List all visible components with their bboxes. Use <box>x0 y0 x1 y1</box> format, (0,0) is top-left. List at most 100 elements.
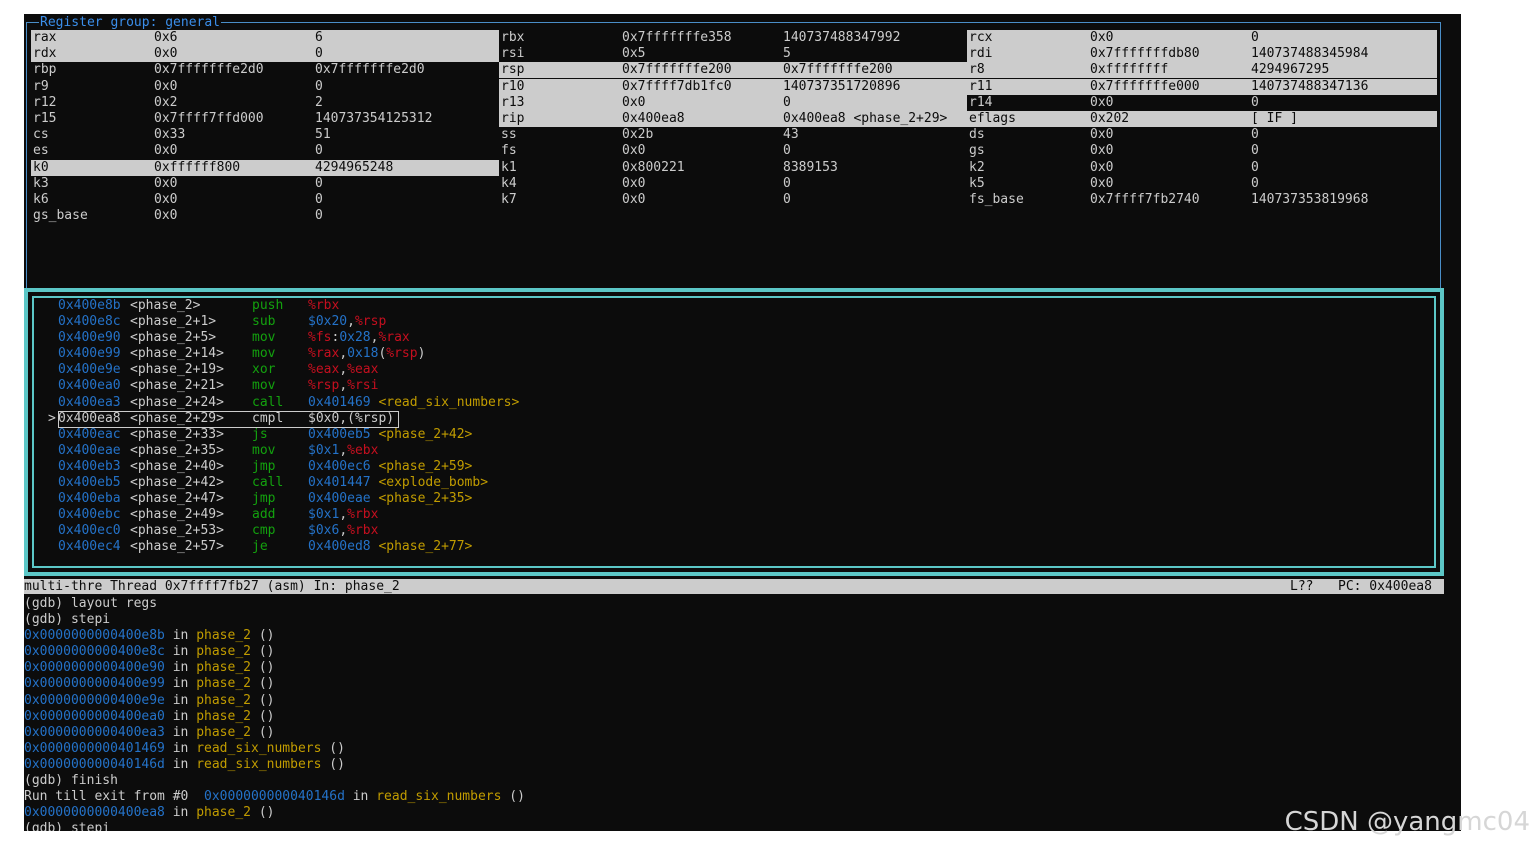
register-name: r8 <box>969 62 985 78</box>
instruction-row[interactable]: 0x400e99 <phase_2+14> mov %rax,0x18(%rsp) <box>34 346 1434 362</box>
console-line: 0x0000000000400ea0 in phase_2 () <box>24 709 1461 725</box>
console-line: (gdb) layout regs <box>24 596 1461 612</box>
instruction-address: 0x400ec0 <box>58 523 121 539</box>
register-r9[interactable]: r9 0x0 0 <box>31 79 499 95</box>
instruction-row[interactable]: 0x400eba <phase_2+47> jmp 0x400eae <phase_2… <box>34 491 1434 507</box>
register-k7[interactable]: k7 0x0 0 <box>499 192 967 208</box>
instruction-opcode: mov <box>252 378 276 394</box>
register-r11[interactable]: r11 0x7fffffffe000 140737488347136 <box>967 78 1437 95</box>
register-k3[interactable]: k3 0x0 0 <box>31 176 499 192</box>
instruction-row[interactable]: 0x400eb3 <phase_2+40> jmp 0x400ec6 <phase_2… <box>34 459 1434 475</box>
register-rcx[interactable]: rcx 0x0 0 <box>967 30 1437 46</box>
register-natural-value: 2 <box>315 94 323 110</box>
terminal-window[interactable]: Register group: general rax 0x6 6 rbx 0x7fff… <box>24 14 1461 831</box>
register-name: r9 <box>33 78 49 94</box>
operand-token: 0x401447 <box>308 475 371 491</box>
register-gs_base[interactable]: gs_base 0x0 0 <box>31 208 499 224</box>
register-natural-value: [ IF ] <box>1251 110 1298 126</box>
register-r14[interactable]: r14 0x0 0 <box>967 95 1437 111</box>
instruction-address: 0x400eb3 <box>58 458 121 474</box>
console-address: 0x0000000000401469 <box>24 740 165 756</box>
instruction-address: 0x400e8b <box>58 298 121 313</box>
register-gs[interactable]: gs 0x0 0 <box>967 143 1437 159</box>
register-rdi[interactable]: rdi 0x7fffffffdb80 140737488345984 <box>967 46 1437 63</box>
register-hex-value: 0x7fffffffdb80 <box>1090 46 1200 62</box>
register-ds[interactable]: ds 0x0 0 <box>967 127 1437 143</box>
register-r12[interactable]: r12 0x2 2 <box>31 95 499 111</box>
register-k5[interactable]: k5 0x0 0 <box>967 176 1437 192</box>
register-eflags[interactable]: eflags 0x202 [ IF ] <box>967 110 1437 127</box>
register-name: ds <box>969 127 985 143</box>
status-thread-info: multi-thre Thread 0x7ffff7fb27 (asm) In:… <box>24 579 400 594</box>
operand-token: <phase_2+77> <box>378 539 473 555</box>
register-k1[interactable]: k1 0x800221 8389153 <box>499 160 967 176</box>
operand-token: %eax <box>347 362 379 378</box>
register-k2[interactable]: k2 0x0 0 <box>967 160 1437 176</box>
console-text: in <box>164 724 197 740</box>
operand-token: , <box>339 523 348 539</box>
instruction-row[interactable]: 0x400eae <phase_2+35> mov $0x1,%ebx <box>34 443 1434 459</box>
register-es[interactable]: es 0x0 0 <box>31 143 499 159</box>
register-name: rdi <box>969 46 993 62</box>
register-natural-value: 0 <box>783 175 791 191</box>
instruction-row[interactable]: 0x400eac <phase_2+33> js 0x400eb5 <phase_2+… <box>34 427 1434 443</box>
register-rdx[interactable]: rdx 0x0 0 <box>31 46 499 63</box>
current-instruction-row[interactable]: >0x400ea8 <phase_2+29> cmpl $0x0,(%rsp) <box>34 410 1434 428</box>
instruction-address: 0x400eb5 <box>58 475 121 491</box>
register-rip[interactable]: rip 0x400ea8 0x400ea8 <phase_2+29> <box>499 110 967 127</box>
register-rsi[interactable]: rsi 0x5 5 <box>499 46 967 62</box>
register-hex-value: 0x800221 <box>622 159 685 175</box>
operand-token: <phase_2+59> <box>378 458 473 474</box>
console-text: in <box>164 756 197 772</box>
operand-token: , <box>339 362 348 378</box>
gdb-console[interactable]: (gdb) layout regs (gdb) stepi 0x0000000000… <box>24 596 1461 831</box>
register-r10[interactable]: r10 0x7ffff7db1fc0 140737351720896 <box>499 78 967 95</box>
instruction-row[interactable]: 0x400ec4 <phase_2+57> je 0x400ed8 <phase_2+… <box>34 539 1434 555</box>
register-k4[interactable]: k4 0x0 0 <box>499 176 967 192</box>
register-fs[interactable]: fs 0x0 0 <box>499 143 967 159</box>
register-r13[interactable]: r13 0x0 0 <box>499 94 967 111</box>
console-function-name: phase_2 <box>196 628 251 644</box>
register-k6[interactable]: k6 0x0 0 <box>31 192 499 208</box>
instruction-operands: $0x1,%rbx <box>308 507 378 523</box>
register-fs_base[interactable]: fs_base 0x7ffff7fb2740 140737353819968 <box>967 192 1437 208</box>
register-r15[interactable]: r15 0x7ffff7ffd000 140737354125312 <box>31 111 499 127</box>
instruction-row[interactable]: 0x400eb5 <phase_2+42> call 0x401447 <explod… <box>34 475 1434 491</box>
instruction-address: 0x400eba <box>58 491 121 507</box>
instruction-row[interactable]: 0x400e9e <phase_2+19> xor %eax,%eax <box>34 362 1434 378</box>
register-rsp[interactable]: rsp 0x7fffffffe200 0x7fffffffe200 <box>499 62 967 79</box>
console-text: () <box>321 756 345 772</box>
instruction-row[interactable]: 0x400ea0 <phase_2+21> mov %rsp,%rsi <box>34 378 1434 394</box>
instruction-operands: $0x0,(%rsp) <box>308 411 394 427</box>
console-text: in <box>164 628 197 644</box>
disassembly-listing[interactable]: 0x400e8b <phase_2> push %rbx 0x400e8c <phase_… <box>32 296 1436 568</box>
register-pane: Register group: general rax 0x6 6 rbx 0x7fff… <box>26 15 1441 290</box>
register-k0[interactable]: k0 0xffffff800 4294965248 <box>31 159 499 176</box>
console-text: () <box>251 676 275 692</box>
instruction-opcode: xor <box>252 362 276 378</box>
instruction-opcode: mov <box>252 442 276 458</box>
register-cs[interactable]: cs 0x33 51 <box>31 127 499 143</box>
instruction-row[interactable]: 0x400ebc <phase_2+49> add $0x1,%rbx <box>34 507 1434 523</box>
console-text: in <box>164 660 197 676</box>
instruction-row[interactable]: 0x400ea3 <phase_2+24> call 0x401469 <read_s… <box>34 395 1434 411</box>
console-text: () <box>321 740 345 756</box>
instruction-row[interactable]: 0x400ec0 <phase_2+53> cmp $0x6,%rbx <box>34 523 1434 539</box>
instruction-row[interactable]: 0x400e8c <phase_2+1> sub $0x20,%rsp <box>34 314 1434 330</box>
instruction-row[interactable]: 0x400e90 <phase_2+5> mov %fs:0x28,%rax <box>34 330 1434 346</box>
register-ss[interactable]: ss 0x2b 43 <box>499 127 967 143</box>
register-rax[interactable]: rax 0x6 6 <box>31 30 499 46</box>
instruction-row[interactable]: 0x400e8b <phase_2> push %rbx <box>34 298 1434 314</box>
console-text: in <box>164 708 197 724</box>
register-r8[interactable]: r8 0xffffffff 4294967295 <box>967 62 1437 79</box>
operand-token: 0x400ec6 <box>308 458 371 474</box>
console-text: in <box>164 676 197 692</box>
console-address: 0x0000000000400e8b <box>24 628 165 644</box>
register-rbx[interactable]: rbx 0x7fffffffe358 140737488347992 <box>499 30 967 46</box>
register-natural-value: 0 <box>1251 30 1259 45</box>
register-name: r15 <box>33 110 57 126</box>
register-natural-value: 0 <box>315 143 323 159</box>
register-hex-value: 0x0 <box>1090 94 1114 110</box>
register-name: rcx <box>969 30 993 45</box>
register-rbp[interactable]: rbp 0x7fffffffe2d0 0x7fffffffe2d0 <box>31 62 499 78</box>
